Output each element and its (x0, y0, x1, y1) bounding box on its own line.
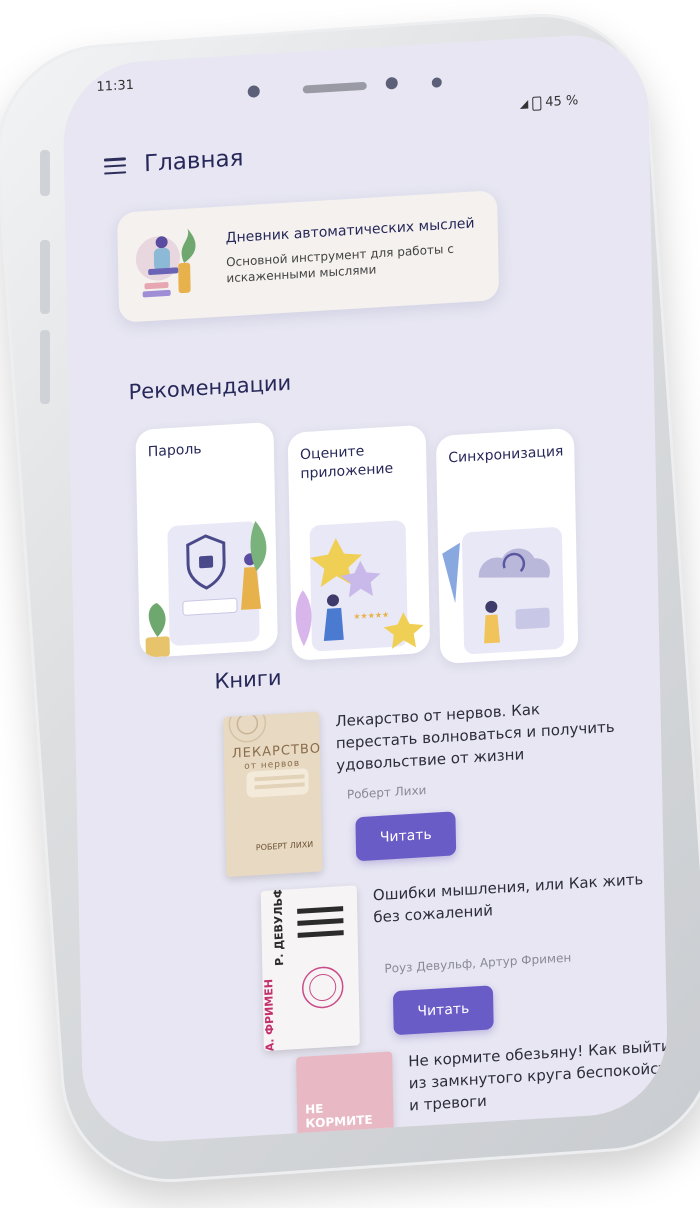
phone-screen: 11:31 ◢ 45 % Главная Дневник автоматичес… (62, 30, 669, 1146)
read-button[interactable]: Читать (392, 985, 494, 1036)
book-cover[interactable]: ЛЕКАРСТВО от нервов РОБЕРТ ЛИХИ (223, 711, 323, 878)
app-header: Главная (103, 145, 244, 179)
book-title: Лекарство от нервов. Как перестать волно… (335, 700, 615, 775)
status-time: 11:31 (96, 77, 135, 95)
rec-card-label: Оцените приложение (299, 443, 394, 483)
rec-card-rate-app[interactable]: Оцените приложение ★★★★★ (287, 424, 431, 661)
book-author: Роуз Девульф, Артур Фримен (384, 950, 572, 976)
book-author: Роберт Лихи (346, 783, 427, 802)
front-sensor-icon (431, 77, 442, 88)
book-cover-author: А. ФРИМЕН (262, 978, 277, 1052)
person-at-laptop-icon (135, 228, 196, 298)
battery-percent: 45 % (545, 93, 579, 111)
recommendations-heading: Рекомендации (128, 370, 292, 405)
book-title: Ошибки мышления, или Как жить без сожале… (372, 870, 644, 927)
book-item[interactable]: Р. ДЕВУЛЬФ А. ФРИМЕН Ошибки мышления, ил… (260, 867, 664, 1061)
front-camera-icon (247, 85, 260, 98)
book-cover-art (228, 711, 309, 798)
hamburger-menu-icon[interactable] (103, 157, 127, 175)
speaker-grille (302, 81, 367, 94)
read-button[interactable]: Читать (355, 811, 457, 862)
book-cover-title: НЕ КОРМИТЕ (305, 1101, 373, 1131)
page-title: Главная (143, 145, 244, 178)
rec-card-label: Синхронизация (448, 443, 564, 467)
signal-icon: ◢ (519, 97, 529, 111)
front-sensor-icon (385, 76, 398, 90)
cloud-sync-icon (442, 527, 565, 655)
book-cover-author: Р. ДЕВУЛЬФ (271, 886, 287, 967)
security-lock-icon (145, 520, 267, 658)
book-cover[interactable]: Р. ДЕВУЛЬФ А. ФРИМЕН (260, 885, 360, 1052)
diary-card[interactable]: Дневник автоматических мыслей Основной и… (117, 190, 500, 323)
phone-side-button (40, 150, 50, 196)
book-item[interactable]: ЛЕКАРСТВО от нервов РОБЕРТ ЛИХИ Лекарств… (223, 693, 626, 887)
status-indicators: ◢ 45 % (520, 93, 579, 112)
phone-side-button (40, 240, 50, 314)
phone-mockup: 11:31 ◢ 45 % Главная Дневник автоматичес… (0, 0, 700, 1208)
battery-icon (532, 95, 542, 111)
rec-card-label: Пароль (147, 441, 202, 461)
books-heading: Книги (214, 665, 282, 694)
rec-card-password[interactable]: Пароль (135, 421, 278, 659)
diary-subtitle: Основной инструмент для работы с искажен… (225, 241, 454, 286)
phone-side-button (40, 330, 50, 404)
rec-card-sync[interactable]: Синхронизация (435, 427, 579, 665)
star-rating-icon: ★★★★★ (295, 520, 424, 652)
